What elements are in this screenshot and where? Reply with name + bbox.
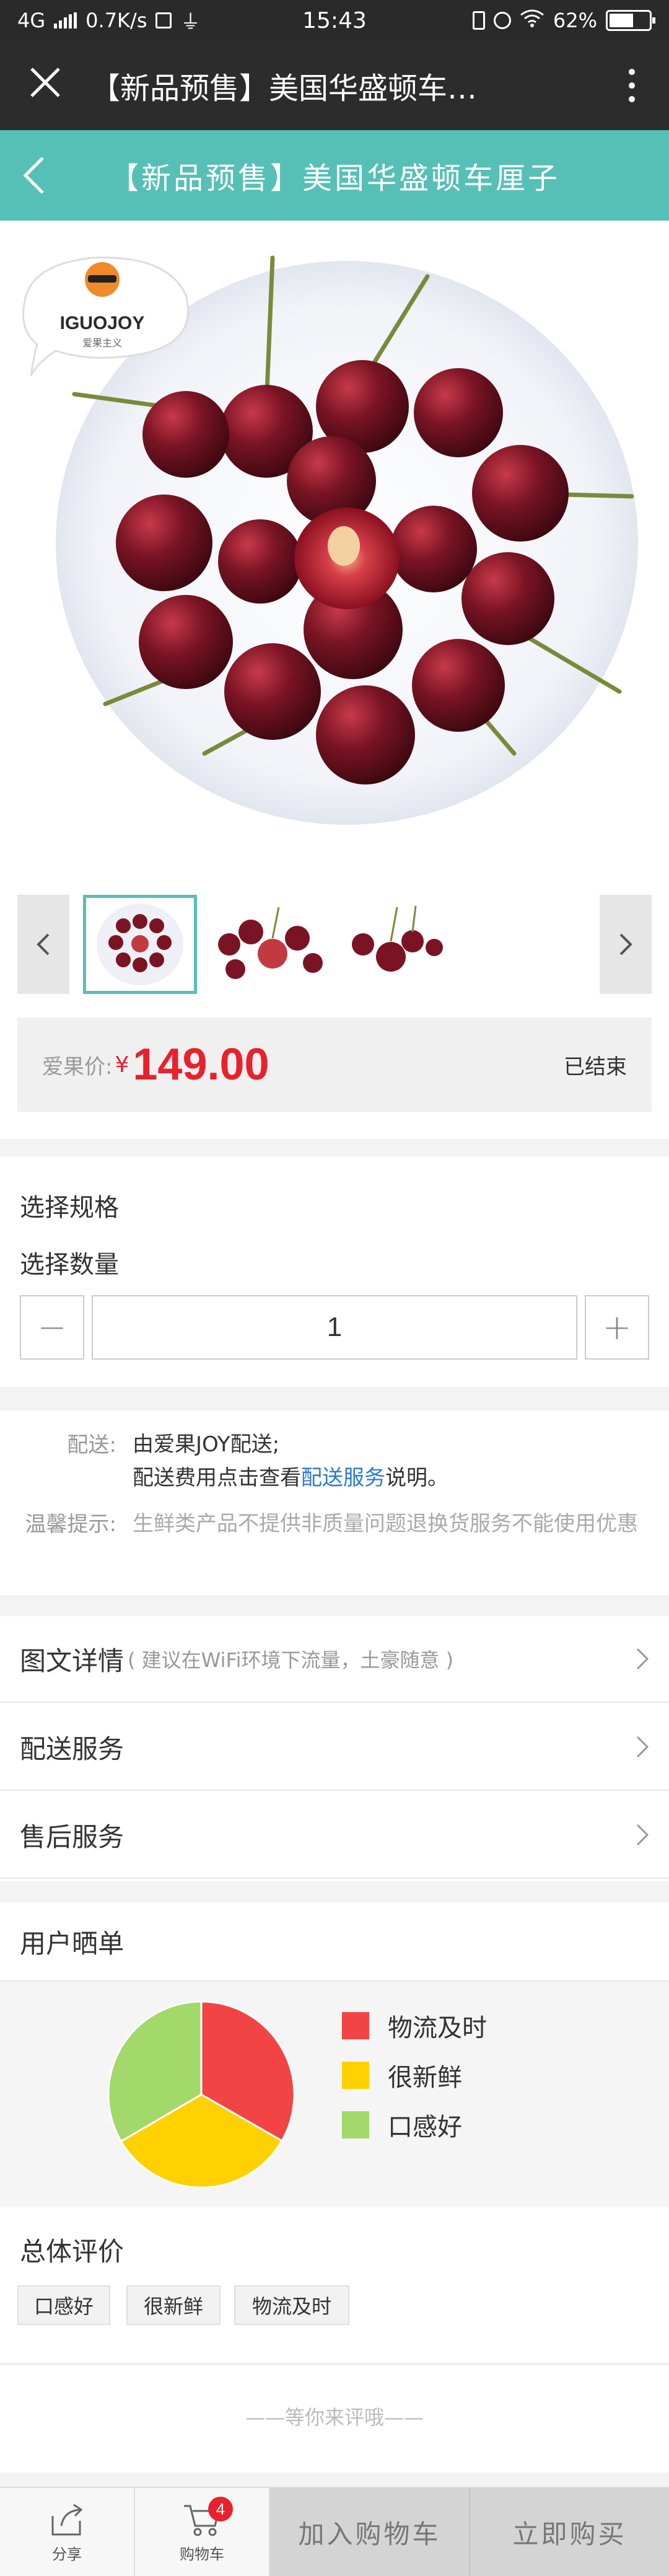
detail-row-title: 配送服务 bbox=[20, 1733, 125, 1764]
price-section: 爱果价: ¥ 149.00 已结束 bbox=[0, 1008, 669, 1139]
shipping-line1: 由爱果JOY配送; bbox=[133, 1432, 280, 1457]
shipping-key: 配送: bbox=[67, 1433, 116, 1457]
battery-level bbox=[610, 14, 634, 27]
thumbnail-prev-button[interactable] bbox=[17, 895, 69, 994]
notification-icon bbox=[155, 12, 172, 29]
rating-tag[interactable]: 口感好 bbox=[17, 2285, 110, 2325]
detail-row-aftersales[interactable]: 售后服务 bbox=[0, 1792, 669, 1879]
overall-title: 总体评价 bbox=[20, 2236, 125, 2267]
share-icon bbox=[51, 2503, 83, 2535]
reviews-title: 用户晒单 bbox=[20, 1928, 125, 1959]
legend-item: 很新鲜 bbox=[342, 2057, 462, 2093]
share-button[interactable]: 分享 bbox=[0, 2488, 135, 2576]
more-button[interactable] bbox=[595, 69, 669, 102]
browser-toolbar: 【新品预售】美国华盛顿车… bbox=[0, 41, 669, 130]
svg-text:IGUOJOY: IGUOJOY bbox=[60, 313, 145, 333]
legend-label: 口感好 bbox=[388, 2113, 462, 2142]
close-button[interactable] bbox=[0, 63, 90, 108]
overall-rating: 总体评价 口感好 很新鲜 物流及时 ——等你来评哦—— bbox=[0, 2207, 669, 2473]
quantity-stepper: − + bbox=[20, 1295, 649, 1360]
delivery-info: 配送: 由爱果JOY配送; 配送费用点击查看配送服务说明。 温馨提示: 生鲜类产… bbox=[0, 1410, 669, 1595]
legend-swatch bbox=[342, 2062, 369, 2089]
legend-swatch bbox=[342, 2111, 369, 2139]
thumbnail-1[interactable] bbox=[83, 895, 197, 994]
chevron-right-icon bbox=[636, 1648, 649, 1670]
rating-tag[interactable]: 物流及时 bbox=[234, 2285, 349, 2325]
vibrate-icon bbox=[472, 11, 485, 30]
select-qty-label: 选择数量 bbox=[20, 1251, 119, 1279]
chevron-right-icon bbox=[636, 1736, 649, 1758]
cart-label: 购物车 bbox=[180, 2545, 224, 2563]
svg-text:爱果主义: 爱果主义 bbox=[82, 337, 122, 349]
more-vertical-icon bbox=[629, 69, 635, 75]
share-label: 分享 bbox=[52, 2545, 82, 2563]
shipping-line2: 配送费用点击查看配送服务说明。 bbox=[133, 1466, 448, 1490]
price-label: 爱果价: bbox=[42, 1054, 113, 1079]
status-bar: 4G 0.7K/s ⏚ 15:43 62% bbox=[0, 0, 669, 41]
sale-status: 已结束 bbox=[564, 1054, 627, 1079]
detail-row-note: ( 建议在WiFi环境下流量，土豪随意 ) bbox=[128, 1648, 454, 1672]
battery-icon bbox=[606, 10, 655, 31]
shipping-value: 由爱果JOY配送; 配送费用点击查看配送服务说明。 bbox=[133, 1428, 647, 1495]
select-spec-label[interactable]: 选择规格 bbox=[20, 1187, 119, 1223]
qty-input[interactable] bbox=[92, 1295, 577, 1360]
product-image: IGUOJOY 爱果主义 bbox=[0, 221, 669, 871]
cherry-plate-image: IGUOJOY 爱果主义 bbox=[22, 255, 638, 825]
status-right: 62% bbox=[472, 9, 655, 32]
close-icon bbox=[30, 68, 60, 97]
detail-row-graphic[interactable]: 图文详情 ( 建议在WiFi环境下流量，土豪随意 ) bbox=[0, 1616, 669, 1703]
page-header: 【新品预售】美国华盛顿车厘子 bbox=[0, 130, 669, 221]
price-box: 爱果价: ¥ 149.00 已结束 bbox=[17, 1018, 652, 1112]
signal-icon bbox=[54, 12, 77, 29]
qty-minus-button[interactable]: − bbox=[20, 1295, 84, 1360]
thumbnail-carousel bbox=[0, 871, 669, 1008]
tips-key: 温馨提示: bbox=[25, 1512, 116, 1537]
empty-review-text: ——等你来评哦—— bbox=[245, 2406, 424, 2429]
add-to-cart-button[interactable]: 加入购物车 bbox=[270, 2488, 470, 2576]
rating-tag[interactable]: 很新鲜 bbox=[126, 2285, 221, 2325]
legend-item: 口感好 bbox=[342, 2107, 462, 2143]
cart-button[interactable]: 4 购物车 bbox=[135, 2488, 270, 2576]
network-type: 4G bbox=[17, 9, 46, 32]
chevron-right-icon bbox=[619, 933, 632, 956]
thumbnail-3[interactable] bbox=[338, 895, 452, 994]
bottom-action-bar: 分享 4 购物车 加入购物车 立即购买 bbox=[0, 2487, 669, 2576]
detail-row-title: 售后服务 bbox=[20, 1821, 125, 1852]
chevron-left-icon bbox=[37, 933, 50, 956]
alarm-icon bbox=[493, 12, 511, 29]
legend-label: 很新鲜 bbox=[388, 2064, 462, 2092]
status-left: 4G 0.7K/s ⏚ bbox=[17, 6, 201, 35]
detail-row-title: 图文详情 bbox=[20, 1645, 125, 1676]
thumbnail-next-button[interactable] bbox=[600, 895, 652, 994]
chevron-right-icon bbox=[636, 1824, 649, 1846]
qty-plus-button[interactable]: + bbox=[585, 1295, 649, 1360]
reviews-header: 用户晒单 bbox=[0, 1902, 669, 1982]
detail-row-delivery[interactable]: 配送服务 bbox=[0, 1704, 669, 1791]
legend-swatch bbox=[342, 2012, 369, 2039]
back-arrow-icon bbox=[23, 157, 44, 194]
thumbnail-2[interactable] bbox=[211, 895, 325, 994]
review-pie-chart bbox=[107, 2000, 295, 2189]
back-button[interactable] bbox=[0, 130, 68, 221]
network-speed: 0.7K/s bbox=[85, 9, 147, 32]
price-currency: ¥ bbox=[115, 1052, 129, 1078]
legend-item: 物流及时 bbox=[342, 2008, 487, 2044]
browser-title: 【新品预售】美国华盛顿车… bbox=[90, 71, 478, 106]
tips-text: 生鲜类产品不提供非质量问题退换货服务不能使用优惠 bbox=[133, 1511, 638, 1536]
wifi-icon bbox=[520, 9, 544, 32]
usb-icon: ⏚ bbox=[180, 10, 201, 33]
cart-count-badge: 4 bbox=[208, 2497, 233, 2521]
reviews-chart: 物流及时很新鲜口感好 bbox=[0, 1982, 669, 2207]
legend-label: 物流及时 bbox=[388, 2014, 487, 2042]
divider bbox=[0, 2363, 669, 2365]
page-title: 【新品预售】美国华盛顿车厘子 bbox=[108, 161, 560, 196]
spec-section: 选择规格 选择数量 − + bbox=[0, 1156, 669, 1387]
buy-now-button[interactable]: 立即购买 bbox=[470, 2488, 669, 2576]
price-value: 149.00 bbox=[133, 1040, 269, 1089]
detail-links: 图文详情 ( 建议在WiFi环境下流量，土豪随意 ) 配送服务 售后服务 bbox=[0, 1616, 669, 1881]
shipping-service-link[interactable]: 配送服务 bbox=[301, 1466, 385, 1490]
battery-percent: 62% bbox=[553, 9, 597, 32]
